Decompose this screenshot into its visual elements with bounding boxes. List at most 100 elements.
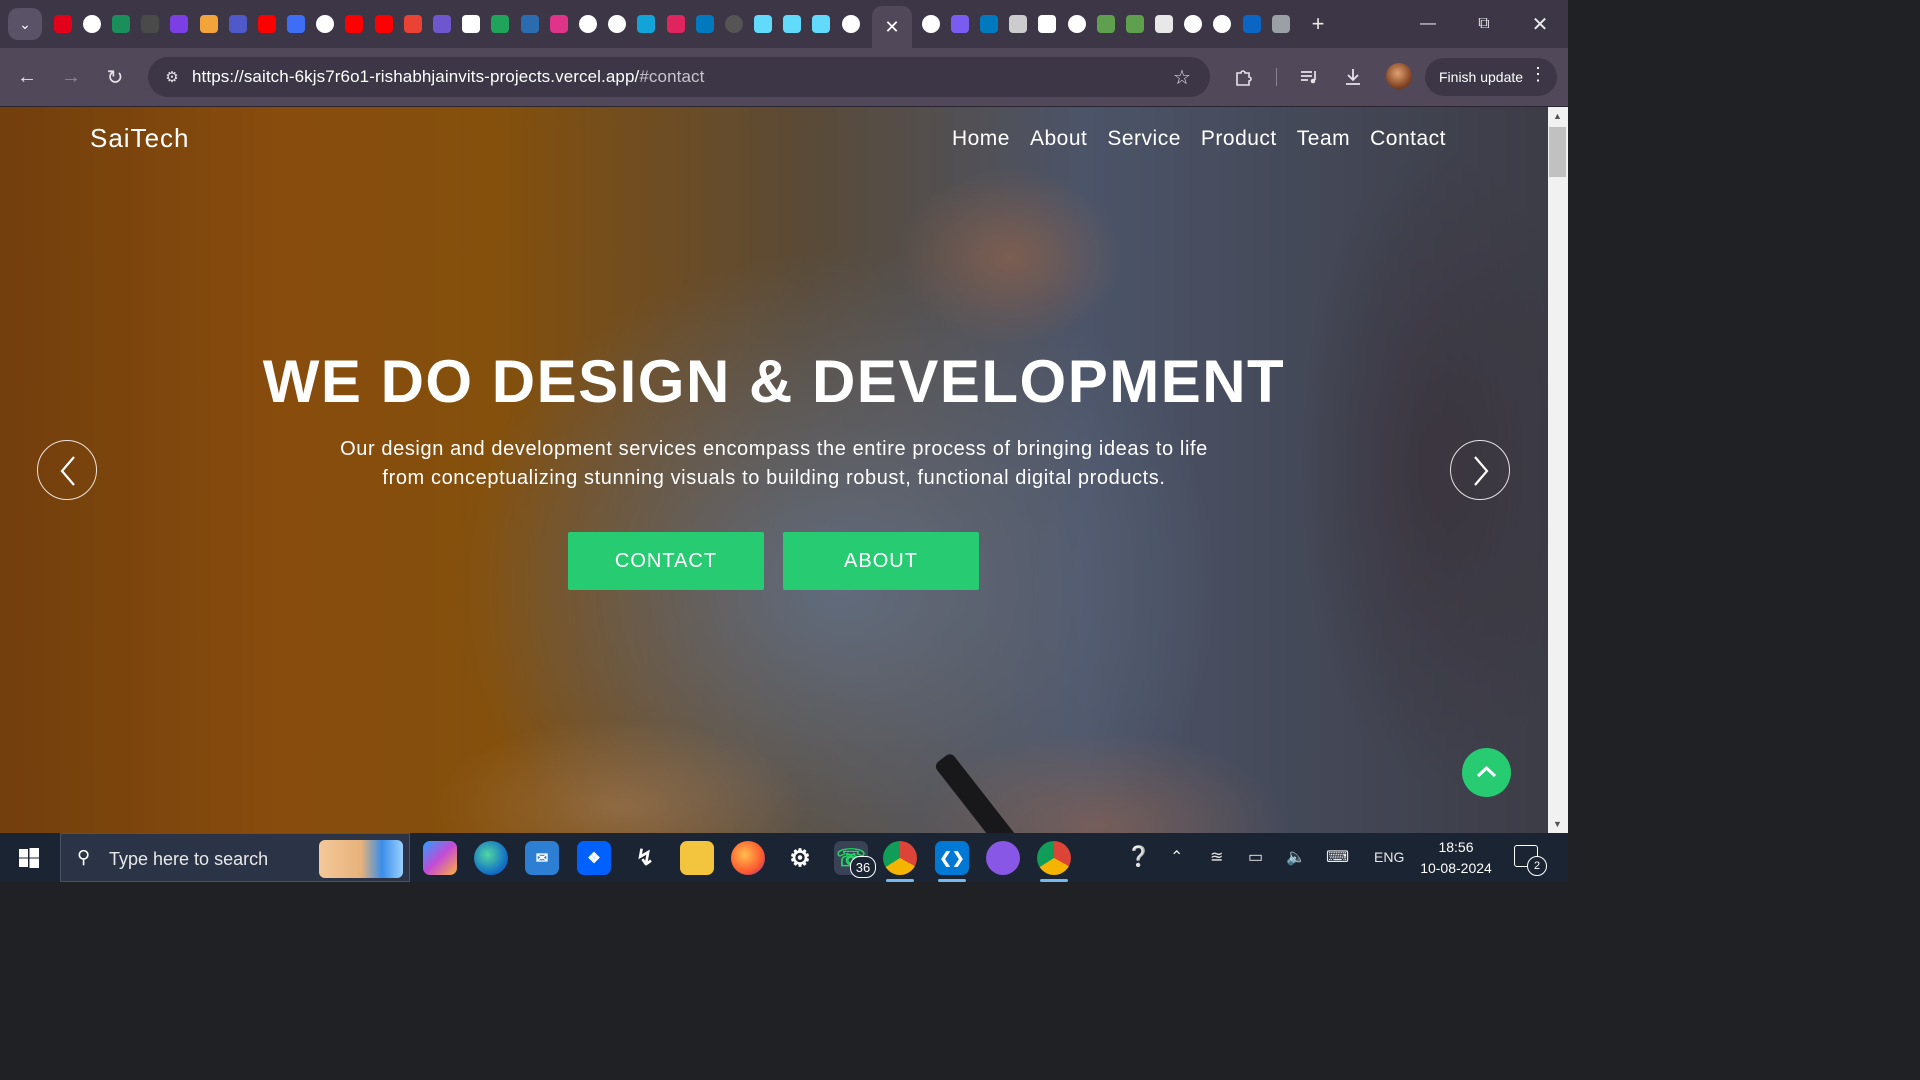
- about-button[interactable]: ABOUT: [783, 532, 979, 590]
- pinned-tab[interactable]: [457, 10, 486, 38]
- tab-close-icon[interactable]: ✕: [884, 17, 899, 38]
- taskbar-clock[interactable]: 18:56 10-08-2024: [1414, 837, 1498, 879]
- edge-icon[interactable]: [474, 841, 508, 875]
- firefox-icon[interactable]: [731, 841, 765, 875]
- pinned-tab[interactable]: [486, 10, 515, 38]
- nav-contact[interactable]: Contact: [1370, 127, 1446, 151]
- pinned-tab[interactable]: [106, 10, 135, 38]
- show-hidden-icons-icon[interactable]: ⌃: [1170, 847, 1183, 867]
- restore-icon[interactable]: ⧉: [1456, 0, 1512, 48]
- pinned-tab[interactable]: [544, 10, 573, 38]
- pinned-tab[interactable]: [807, 10, 836, 38]
- bookmark-star-icon[interactable]: ☆: [1166, 61, 1198, 93]
- extensions-icon[interactable]: [1228, 61, 1260, 93]
- vscode-icon[interactable]: ❮❯: [935, 841, 969, 875]
- scroll-down-icon[interactable]: ▼: [1553, 819, 1562, 829]
- pinned-tab[interactable]: [719, 10, 748, 38]
- contact-button[interactable]: CONTACT: [568, 532, 764, 590]
- pinned-tab[interactable]: [311, 10, 340, 38]
- pinned-tab[interactable]: [690, 10, 719, 38]
- pinned-tab[interactable]: [136, 10, 165, 38]
- nav-about[interactable]: About: [1030, 127, 1087, 151]
- app-bolt-icon[interactable]: ↯: [628, 841, 662, 875]
- finish-update-button[interactable]: Finish update ⋮: [1425, 58, 1557, 96]
- profile-avatar[interactable]: [1386, 63, 1412, 89]
- battery-icon[interactable]: ▭: [1248, 847, 1263, 867]
- file-explorer-icon[interactable]: [680, 841, 714, 875]
- chrome-profile-icon[interactable]: [1037, 841, 1071, 875]
- scroll-up-icon[interactable]: ▲: [1553, 111, 1562, 121]
- url-text[interactable]: https://saitch-6kjs7r6o1-rishabhjainvits…: [192, 67, 704, 87]
- help-icon[interactable]: ❔: [1126, 844, 1151, 869]
- tab-search-chevron-icon[interactable]: ⌄: [8, 8, 42, 40]
- pinned-tab[interactable]: [573, 10, 602, 38]
- back-arrow-icon[interactable]: ←: [11, 61, 43, 93]
- pinned-tab[interactable]: [1062, 10, 1091, 38]
- start-button[interactable]: [0, 833, 58, 882]
- pinned-tab[interactable]: [1091, 10, 1120, 38]
- back-to-top-button[interactable]: [1462, 748, 1511, 797]
- download-icon[interactable]: [1337, 61, 1369, 93]
- mail-icon[interactable]: ✉: [525, 841, 559, 875]
- pinned-tab[interactable]: [1033, 10, 1062, 38]
- pinned-tab[interactable]: [1208, 10, 1237, 38]
- more-menu-icon[interactable]: ⋮: [1529, 64, 1547, 85]
- pinned-tab[interactable]: [340, 10, 369, 38]
- pinned-tab[interactable]: [48, 10, 77, 38]
- pinned-tab[interactable]: [836, 10, 865, 38]
- pinned-tab[interactable]: [369, 10, 398, 38]
- site-logo[interactable]: SaiTech: [90, 123, 190, 154]
- notification-center-icon[interactable]: 2: [1514, 845, 1547, 876]
- pinned-tab[interactable]: [749, 10, 778, 38]
- chrome-icon[interactable]: [883, 841, 917, 875]
- reload-icon[interactable]: ↻: [99, 61, 131, 93]
- media-queue-icon[interactable]: [1293, 61, 1325, 93]
- pinned-tab[interactable]: [1150, 10, 1179, 38]
- language-indicator[interactable]: ENG: [1374, 849, 1404, 865]
- forward-arrow-icon[interactable]: →: [55, 61, 87, 93]
- site-info-icon[interactable]: ⚙: [156, 61, 188, 93]
- dropbox-icon[interactable]: ❖: [577, 841, 611, 875]
- settings-gear-icon[interactable]: ⚙: [783, 841, 817, 875]
- pinned-tab[interactable]: [1120, 10, 1149, 38]
- volume-icon[interactable]: 🔈: [1286, 847, 1306, 867]
- new-tab-button[interactable]: +: [1304, 10, 1332, 38]
- nav-team[interactable]: Team: [1297, 127, 1350, 151]
- pinned-tab[interactable]: [632, 10, 661, 38]
- pinned-tab[interactable]: [974, 10, 1003, 38]
- address-bar[interactable]: ⚙ https://saitch-6kjs7r6o1-rishabhjainvi…: [148, 57, 1210, 97]
- pinned-tab[interactable]: [603, 10, 632, 38]
- pinned-tab[interactable]: [515, 10, 544, 38]
- nav-service[interactable]: Service: [1107, 127, 1181, 151]
- nav-product[interactable]: Product: [1201, 127, 1277, 151]
- minimize-icon[interactable]: —: [1400, 0, 1456, 48]
- pinned-tab[interactable]: [282, 10, 311, 38]
- active-tab[interactable]: ✕: [872, 6, 912, 48]
- pinned-tab[interactable]: [945, 10, 974, 38]
- pinned-tab[interactable]: [165, 10, 194, 38]
- pinned-tab[interactable]: [1179, 10, 1208, 38]
- pinned-tab[interactable]: [252, 10, 281, 38]
- pinned-tab[interactable]: [1266, 10, 1295, 38]
- pinned-tab[interactable]: [778, 10, 807, 38]
- nav-home[interactable]: Home: [952, 127, 1010, 151]
- pinned-tab[interactable]: [398, 10, 427, 38]
- pinned-tab[interactable]: [427, 10, 456, 38]
- pinned-tab[interactable]: [1237, 10, 1266, 38]
- pinned-tab[interactable]: [223, 10, 252, 38]
- close-window-icon[interactable]: ✕: [1512, 0, 1568, 48]
- carousel-prev-button[interactable]: [37, 440, 97, 500]
- pinned-tab[interactable]: [1004, 10, 1033, 38]
- pinned-tab[interactable]: [916, 10, 945, 38]
- copilot-icon[interactable]: [423, 841, 457, 875]
- keyboard-icon[interactable]: ⌨: [1326, 847, 1349, 867]
- carousel-next-button[interactable]: [1450, 440, 1510, 500]
- github-desktop-icon[interactable]: [986, 841, 1020, 875]
- page-scrollbar[interactable]: ▲ ▼: [1548, 107, 1568, 833]
- taskbar-search[interactable]: ⚲ Type here to search: [60, 833, 410, 882]
- pinned-tab[interactable]: [77, 10, 106, 38]
- pinned-tab[interactable]: [194, 10, 223, 38]
- wifi-icon[interactable]: ≊: [1210, 847, 1223, 867]
- pinned-tab[interactable]: [661, 10, 690, 38]
- scrollbar-thumb[interactable]: [1549, 127, 1566, 177]
